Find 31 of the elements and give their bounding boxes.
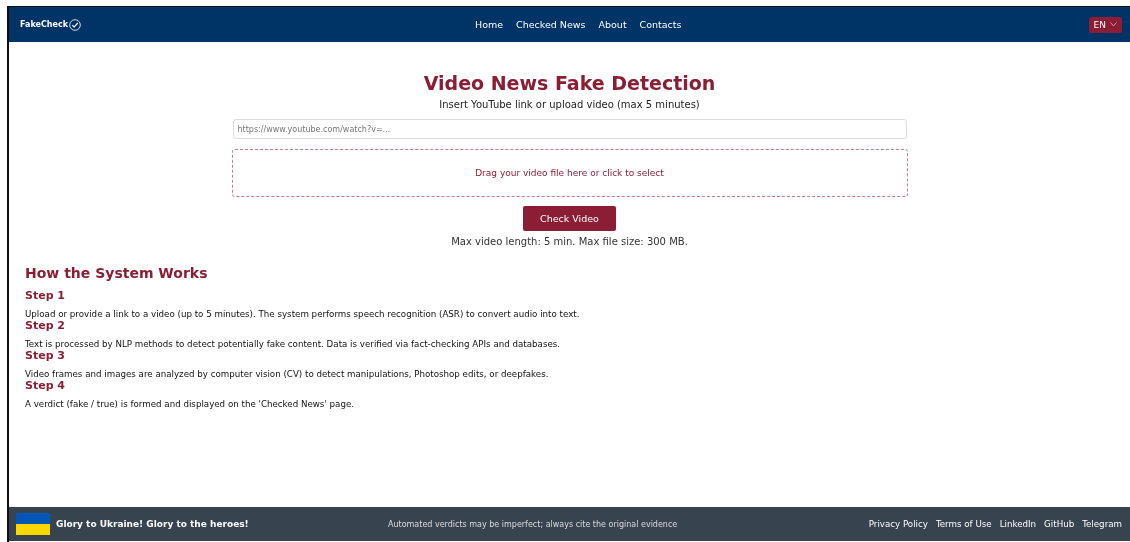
limits-note: Max video length: 5 min. Max file size: 300 MB. [451, 236, 688, 247]
footer-link[interactable]: Privacy Policy [868, 519, 928, 529]
step-description: Video frames and images are analyzed by computer vision (CV) to detect manipulations, Photoshop edits, or deepfakes. [25, 369, 550, 379]
page-title: Video News Fake Detection [423, 72, 716, 94]
caret-icon [1110, 22, 1117, 27]
footer-link[interactable]: Terms of Use [935, 519, 992, 529]
step-heading: Step 4 [25, 379, 66, 392]
checkmark-icon [69, 18, 81, 31]
nav-link[interactable]: Contacts [639, 19, 682, 30]
step-description: Upload or provide a link to a video (up to 5 minutes). The system performs speech recognition (ASR) to convert audio into text. [25, 309, 581, 319]
step-heading: Step 3 [25, 349, 66, 362]
footer-link[interactable]: Telegram [1082, 519, 1122, 529]
slogan: Glory to Ukraine! Glory to the heroes! [56, 519, 249, 529]
flag-icon [16, 513, 50, 535]
nav-link[interactable]: About [598, 19, 627, 30]
step-heading: Step 1 [25, 289, 66, 302]
disclaimer-text: Automated verdicts may be imperfect; always cite the original evidence [388, 519, 678, 529]
file-drop-zone[interactable]: Drag your video file here or click to select [231, 149, 908, 197]
logo-text[interactable]: FakeCheck [20, 20, 68, 29]
nav-link[interactable]: Home [475, 19, 504, 30]
section-heading: How the System Works [25, 265, 209, 281]
nav-link[interactable]: Checked News [516, 19, 586, 30]
footer-link[interactable]: GitHub [1044, 519, 1075, 529]
step-description: Text is processed by NLP methods to detect potentially fake content. Data is verified via fact-checking APIs and databases. [25, 339, 562, 349]
language-select[interactable]: EN [1088, 16, 1122, 33]
check-video-button[interactable]: Check Video [523, 206, 616, 231]
step-description: A verdict (fake / true) is formed and displayed on the 'Checked News' page. [25, 399, 355, 409]
url-input-field[interactable]: https://www.youtube.com/watch?v=... [232, 119, 907, 139]
step-heading: Step 2 [25, 319, 66, 332]
subtitle: Insert YouTube link or upload video (max 5 minutes) [439, 99, 700, 110]
footer-link[interactable]: LinkedIn [999, 519, 1037, 529]
